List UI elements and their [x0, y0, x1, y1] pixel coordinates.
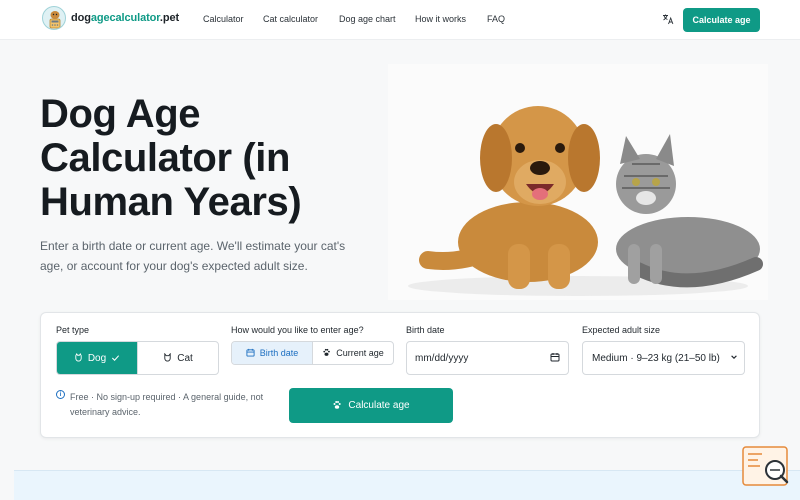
calendar-icon — [246, 348, 255, 359]
info-icon: i — [56, 390, 65, 399]
calculate-age-button[interactable]: Calculate age — [289, 388, 453, 423]
entry-method-toggle: Birth date Current age — [231, 341, 394, 365]
translate-icon[interactable] — [661, 13, 675, 27]
calculate-age-button-label: Calculate age — [348, 400, 410, 411]
pet-option-cat[interactable]: Cat — [137, 342, 218, 374]
birth-date-label: Birth date — [406, 325, 445, 335]
brand-name-domain: .pet — [159, 12, 180, 24]
search-widget-icon[interactable] — [742, 446, 790, 488]
next-section-strip — [14, 470, 800, 500]
adult-size-select[interactable]: Medium · 9–23 kg (21–50 lb) — [582, 341, 745, 375]
check-icon — [111, 353, 120, 364]
brand-name[interactable]: dogagecalculator.pet — [71, 12, 179, 24]
header-calculate-age-button[interactable]: Calculate age — [683, 8, 760, 32]
nav-link-how-it-works[interactable]: How it works — [415, 14, 466, 24]
pet-type-label: Pet type — [56, 325, 90, 335]
cat-icon — [163, 352, 172, 364]
dog-icon — [74, 352, 83, 364]
pet-type-toggle: Dog Cat — [56, 341, 219, 375]
entry-option-current-age-label: Current age — [336, 348, 384, 358]
brand-logo-icon[interactable] — [42, 6, 66, 30]
calendar-picker-icon[interactable] — [550, 352, 560, 364]
nav-link-cat-calculator[interactable]: Cat calculator — [263, 14, 318, 24]
nav-link-dog-age-chart[interactable]: Dog age chart — [339, 14, 396, 24]
pet-option-dog[interactable]: Dog — [57, 342, 137, 374]
paw-icon — [322, 348, 331, 359]
chevron-down-icon — [730, 353, 738, 363]
birth-date-input[interactable]: mm/dd/yyyy — [406, 341, 569, 375]
brand-name-dog: dog — [71, 12, 91, 24]
page-title: Dog Age Calculator (in Human Years) — [40, 92, 302, 224]
entry-option-current-age[interactable]: Current age — [312, 342, 393, 364]
pet-option-cat-label: Cat — [177, 352, 193, 364]
pet-option-dog-label: Dog — [87, 352, 107, 364]
entry-option-birth-date-label: Birth date — [259, 348, 299, 358]
entry-method-label: How would you like to enter age? — [231, 325, 364, 335]
entry-option-birth-date[interactable]: Birth date — [232, 342, 312, 364]
adult-size-value: Medium · 9–23 kg (21–50 lb) — [592, 352, 720, 364]
nav-link-calculator[interactable]: Calculator — [203, 14, 244, 24]
brand-name-age-calculator: agecalculator — [90, 12, 160, 24]
adult-size-label: Expected adult size — [582, 325, 661, 335]
paw-icon — [332, 400, 342, 412]
dog-and-cat-hero-image — [388, 64, 768, 300]
nav-link-faq[interactable]: FAQ — [487, 14, 505, 24]
page-subtitle: Enter a birth date or current age. We'll… — [40, 239, 346, 273]
disclaimer-note: Free · No sign-up required · A general g… — [70, 392, 264, 417]
birth-date-placeholder: mm/dd/yyyy — [415, 352, 469, 364]
